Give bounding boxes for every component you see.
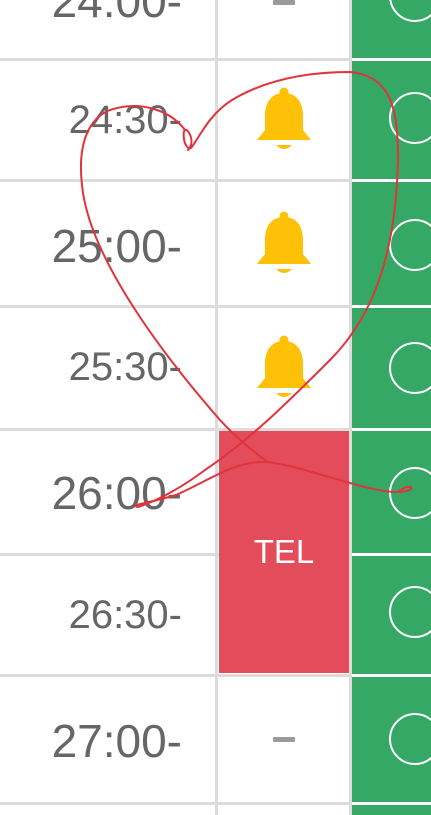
circle-icon	[389, 219, 431, 271]
dash-icon	[273, 737, 295, 742]
tel-label: TEL	[253, 533, 315, 570]
circle-icon	[389, 713, 431, 765]
tel-reservation-block[interactable]: TEL	[219, 431, 349, 673]
status-cell-2700	[219, 677, 349, 802]
circle-icon	[389, 92, 431, 144]
availability-cell-2700[interactable]	[352, 677, 431, 802]
availability-cell-2730[interactable]	[352, 805, 431, 815]
schedule-grid: 24:00- 24:30- 25:00- 25:30- 26:00- 26:30…	[0, 0, 431, 815]
availability-cell-2400[interactable]	[352, 0, 431, 58]
status-cell-2400	[219, 0, 349, 5]
time-label-2530: 25:30-	[68, 345, 182, 389]
availability-cell-2430[interactable]	[352, 61, 431, 179]
time-label-2600: 26:00-	[51, 467, 182, 519]
column-divider-left	[215, 0, 218, 815]
time-label-2700: 27:00-	[51, 715, 182, 767]
status-cell-2500[interactable]	[219, 182, 349, 305]
availability-cell-2600[interactable]	[352, 431, 431, 553]
bell-icon	[257, 335, 311, 397]
time-label-2430: 24:30-	[68, 98, 182, 142]
status-cell-2530[interactable]	[219, 308, 349, 428]
availability-cell-2500[interactable]	[352, 182, 431, 305]
time-label-2500: 25:00-	[51, 220, 182, 272]
bell-icon	[257, 211, 311, 273]
circle-icon	[389, 0, 431, 22]
row-divider	[0, 553, 219, 556]
circle-icon	[389, 586, 431, 638]
bell-icon	[257, 87, 311, 149]
circle-icon	[389, 467, 431, 519]
availability-cell-2630[interactable]	[352, 556, 431, 674]
availability-cell-2530[interactable]	[352, 308, 431, 428]
time-label-2630: 26:30-	[68, 593, 182, 637]
row-divider	[0, 802, 352, 805]
circle-icon	[389, 342, 431, 394]
time-label-2400: 24:00-	[51, 0, 182, 27]
status-cell-2430[interactable]	[219, 61, 349, 179]
dash-icon	[273, 0, 295, 5]
